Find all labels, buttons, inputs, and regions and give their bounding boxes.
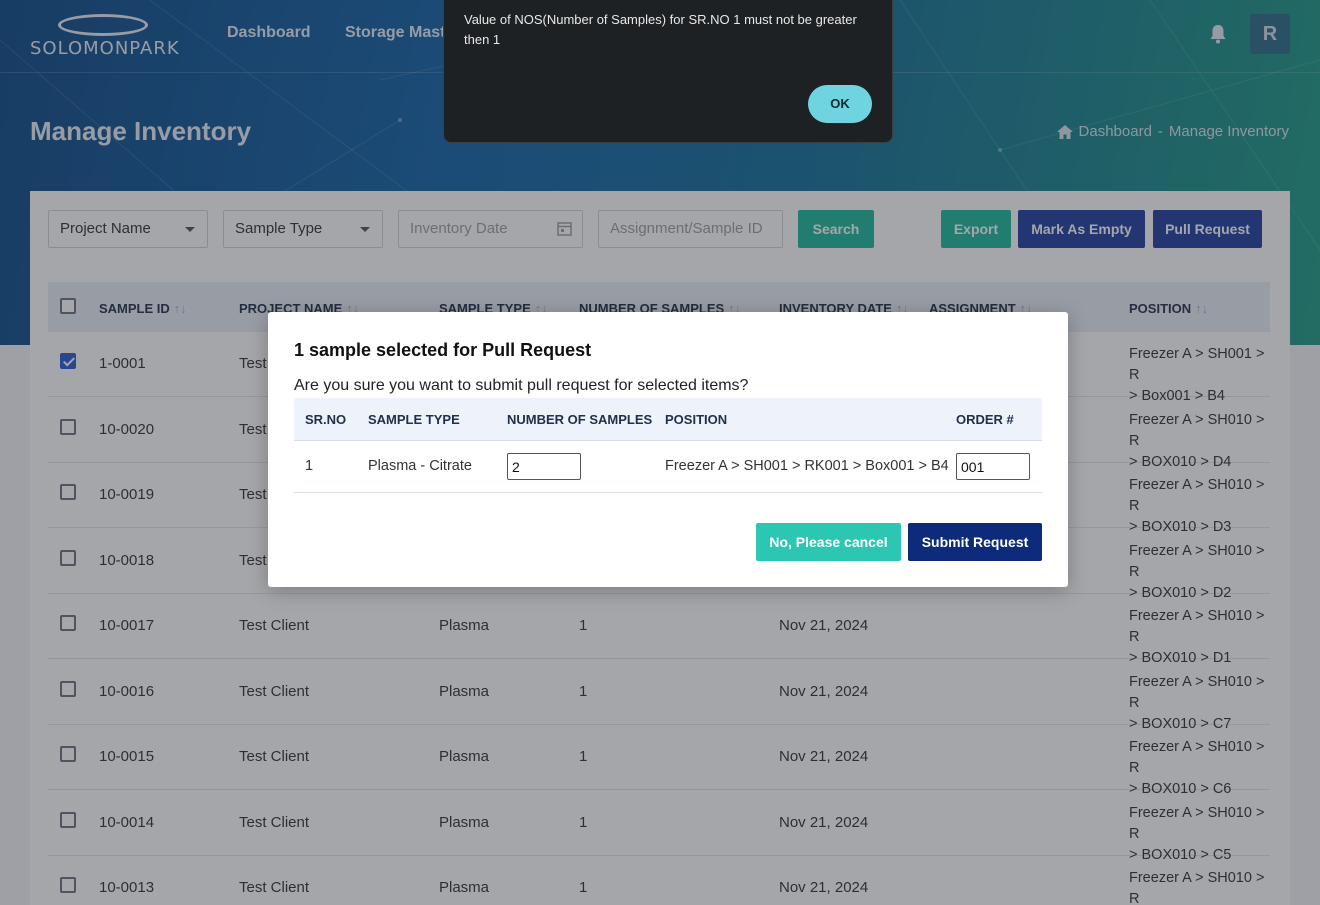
modal-sr-no: 1 [305,458,314,474]
order-number-input[interactable] [956,453,1030,480]
modal-column-order: ORDER # [956,412,1014,427]
modal-column-position: POSITION [665,412,728,427]
alert-ok-button[interactable]: OK [808,85,872,123]
validation-alert-dialog: Value of NOS(Number of Samples) for SR.N… [443,0,893,143]
modal-column-number-of-samples: NUMBER OF SAMPLES [507,412,653,427]
modal-table-row: 1 Plasma - Citrate Freezer A > SH001 > R… [294,441,1042,493]
submit-request-button[interactable]: Submit Request [908,523,1042,561]
modal-position: Freezer A > SH001 > RK001 > Box001 > B4 [665,458,949,474]
cancel-button[interactable]: No, Please cancel [756,523,901,561]
modal-column-sr-no: SR.NO [305,412,347,427]
pull-request-modal: 1 sample selected for Pull Request Are y… [268,312,1068,587]
modal-title: 1 sample selected for Pull Request [294,340,592,360]
modal-question: Are you sure you want to submit pull req… [294,377,749,394]
modal-column-sample-type: SAMPLE TYPE [368,412,460,427]
modal-sample-type: Plasma - Citrate [368,458,472,474]
modal-table-header: SR.NO SAMPLE TYPE NUMBER OF SAMPLES POSI… [294,398,1042,441]
number-of-samples-input[interactable] [507,453,581,480]
alert-message: Value of NOS(Number of Samples) for SR.N… [464,12,857,47]
